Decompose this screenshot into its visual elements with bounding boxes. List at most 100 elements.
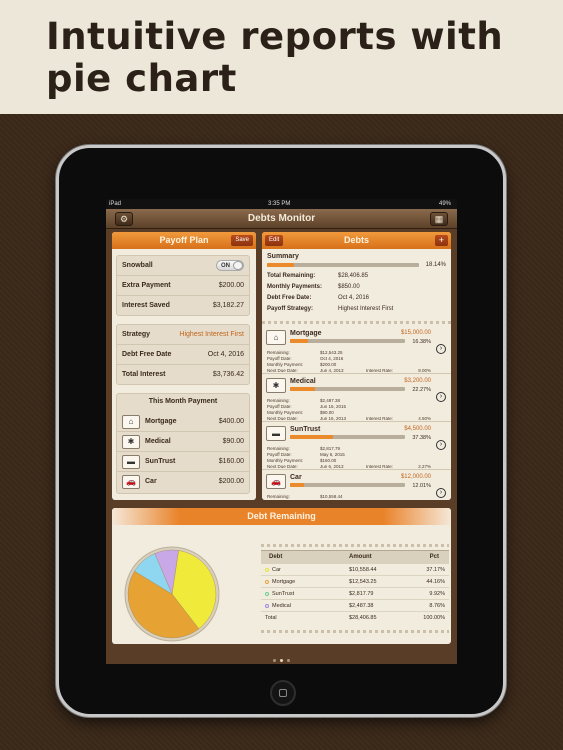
month-payment-row: ⌂ Mortgage $400.00: [117, 412, 249, 432]
summary-value: Highest Interest First: [338, 306, 394, 312]
detail-value: 2.27%: [418, 464, 431, 469]
payment-name: Car: [145, 478, 157, 485]
debt-pct: 16.38%: [412, 339, 431, 345]
debt-item[interactable]: ⌂ Mortgage $15,000.00 16.38% Remaining: $12,5…: [262, 326, 451, 374]
interest-saved-label: Interest Saved: [122, 302, 170, 309]
month-payment-title: This Month Payment: [148, 398, 218, 405]
table-row: Car $10,558.44 37.17%: [261, 564, 449, 576]
total-label: Total: [265, 615, 277, 621]
summary-value: $28,406.85: [338, 273, 369, 279]
detail-label: Payoff Date:: [267, 356, 292, 361]
interest-saved-row: Interest Saved $3,182.27: [117, 296, 249, 316]
row-amount: $2,817.79: [349, 591, 374, 597]
report-button[interactable]: ▦: [430, 212, 448, 226]
detail-label: Remaining:: [267, 398, 290, 403]
table-row: Medical $2,487.38 8.76%: [261, 600, 449, 612]
save-button[interactable]: Save: [231, 235, 253, 246]
strategy-label: Strategy: [122, 331, 151, 338]
house-icon: ⌂: [122, 415, 140, 429]
debt-progress-bar: [290, 483, 405, 487]
car-icon: 🚗: [122, 475, 140, 489]
detail-value: $200.00: [320, 362, 337, 367]
debt-free-label: Debt Free Date: [122, 351, 172, 358]
page-indicator[interactable]: [106, 649, 457, 664]
nav-bar: ⚙ Debts Monitor ▦: [106, 209, 457, 229]
detail-value: $12,543.25: [320, 350, 343, 355]
summary-progress-bar: [267, 263, 419, 267]
summary-key: Monthly Payments:: [267, 284, 323, 290]
strategy-row[interactable]: Strategy Highest Interest First: [117, 325, 249, 345]
extra-payment-label: Extra Payment: [122, 282, 171, 289]
toggle-state: ON: [221, 263, 230, 269]
payoff-plan-title: Payoff Plan: [159, 235, 209, 245]
col-amount: Amount: [349, 554, 372, 560]
detail-value: Oct 4, 2016: [320, 356, 344, 361]
payment-name: Mortgage: [145, 418, 177, 425]
add-debt-button[interactable]: +: [434, 235, 448, 246]
status-bar: iPad 3:35 PM 49%: [106, 199, 457, 209]
debt-free-value: Oct 4, 2016: [207, 351, 244, 358]
extra-payment-row[interactable]: Extra Payment $200.00: [117, 276, 249, 296]
chevron-right-icon[interactable]: ›: [436, 488, 446, 498]
debt-item[interactable]: ▬ SunTrust $4,500.00 37.38% Remaining: $2,817…: [262, 422, 451, 470]
debt-pct: 37.38%: [412, 435, 431, 441]
detail-label: Next Due Date:: [267, 368, 298, 373]
debt-progress-fill: [290, 483, 304, 487]
debt-progress-fill: [290, 435, 333, 439]
table-total-row: Total $28,406.85 100.00%: [261, 612, 449, 624]
row-debt: Car: [265, 567, 281, 573]
debt-remaining-header: Debt Remaining: [112, 508, 451, 525]
summary-key: Debt Free Date:: [267, 295, 312, 301]
carrier-label: iPad: [109, 201, 122, 207]
total-pct: 100.00%: [423, 615, 445, 621]
debt-progress-fill: [290, 339, 309, 343]
debt-item[interactable]: ✱ Medical $3,200.00 22.27% Remaining: $2,487.…: [262, 374, 451, 422]
month-payment-row: ▬ SunTrust $160.00: [117, 452, 249, 472]
row-amount: $10,558.44: [349, 567, 377, 573]
calculator-icon: ▦: [434, 214, 444, 224]
snowball-group: Snowball ON Extra Payment $200.00 Intere…: [116, 255, 250, 316]
debt-name: Car: [290, 474, 302, 481]
debt-name: Mortgage: [290, 330, 322, 337]
debt-progress-bar: [290, 339, 405, 343]
detail-value: $10,558.44: [320, 494, 343, 499]
detail-value: 4.50%: [418, 416, 431, 421]
month-payment-group: This Month Payment ⌂ Mortgage $400.00 ✱ …: [116, 393, 250, 494]
total-interest-value: $3,736.42: [212, 371, 244, 378]
payment-amount: $160.00: [218, 458, 244, 465]
home-button[interactable]: [270, 680, 296, 706]
status-time: 3:35 PM: [268, 201, 291, 207]
chevron-right-icon[interactable]: ›: [436, 392, 446, 402]
detail-label: Payoff Date:: [267, 404, 292, 409]
strategy-value: Highest Interest First: [179, 331, 244, 338]
month-payment-row: ✱ Medical $90.00: [117, 432, 249, 452]
payoff-plan-header: Payoff Plan Save: [112, 232, 256, 249]
chevron-right-icon[interactable]: ›: [436, 440, 446, 450]
detail-value: May 6, 2015: [320, 452, 345, 457]
row-debt: SunTrust: [265, 591, 294, 597]
row-debt: Medical: [265, 603, 291, 609]
table-row: SunTrust $2,817.79 9.92%: [261, 588, 449, 600]
detail-label: Monthly Payment:: [267, 362, 304, 367]
legend-dot: [265, 579, 269, 584]
detail-value: Jun 6, 2013: [320, 464, 344, 469]
edit-button[interactable]: Edit: [265, 235, 284, 246]
total-interest-row: Total Interest $3,736.42: [117, 365, 249, 385]
detail-label: Remaining:: [267, 494, 290, 499]
detail-value: 8.00%: [418, 368, 431, 373]
table-divider-bottom: [261, 630, 449, 633]
debt-item[interactable]: 🚗 Car $12,000.00 12.01% Remaining: $10,558.44…: [262, 470, 451, 500]
divider: [262, 321, 451, 324]
payment-amount: $90.00: [222, 438, 244, 445]
snowball-toggle[interactable]: ON: [216, 260, 244, 271]
summary-key: Total Remaining:: [267, 273, 316, 279]
debts-title: Debts: [343, 235, 369, 245]
detail-label: Interest Rate:: [366, 368, 394, 373]
summary-section: Summary 18.14% Total Remaining: $28,406.8…: [262, 249, 451, 319]
chevron-right-icon[interactable]: ›: [436, 344, 446, 354]
summary-key: Payoff Strategy:: [267, 306, 314, 312]
debt-progress-bar: [290, 435, 405, 439]
legend-dot: [265, 603, 269, 608]
car-icon: 🚗: [266, 474, 286, 489]
detail-label: Next Due Date:: [267, 416, 298, 421]
